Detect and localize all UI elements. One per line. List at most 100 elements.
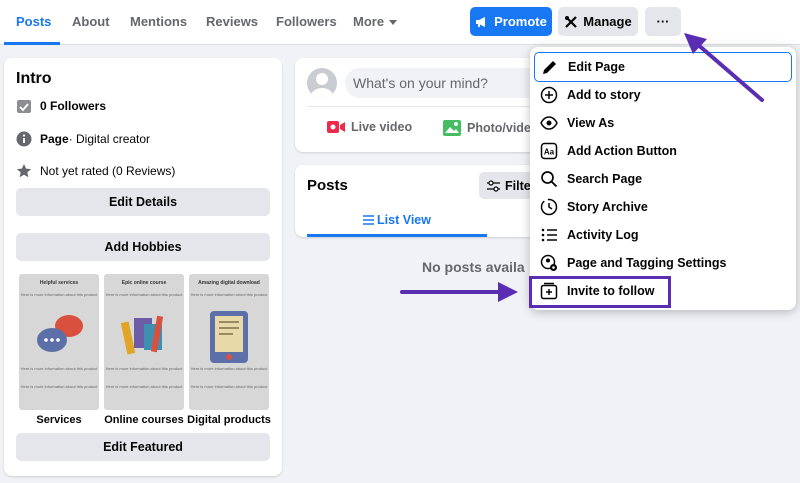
sliders-icon [487, 179, 500, 192]
menu-item-label: View As [567, 116, 615, 130]
photo-video-button[interactable]: Photo/video [443, 120, 539, 136]
no-posts-message: No posts availa [422, 259, 525, 275]
rating-row: Not yet rated (0 Reviews) [16, 163, 175, 179]
posts-title: Posts [307, 177, 348, 194]
featured-line: Here is more information about this prod… [20, 292, 98, 297]
list-view-label: List View [377, 213, 431, 227]
featured-line-3: Here is more information about this prod… [190, 384, 268, 389]
page-type-category: · Digital creator [68, 132, 151, 146]
add-hobbies-button[interactable]: Add Hobbies [16, 233, 270, 261]
tab-about[interactable]: About [72, 0, 110, 45]
manage-button[interactable]: Manage [558, 7, 638, 36]
menu-item-label: Edit Page [568, 60, 625, 74]
profile-silhouette-icon [311, 73, 333, 98]
action-button-icon: Aa [540, 142, 558, 160]
star-icon [16, 164, 32, 178]
manage-label: Manage [583, 14, 632, 29]
tab-reviews[interactable]: Reviews [206, 0, 258, 45]
posts-card: Posts Filte List View [295, 165, 555, 237]
featured-label-services: Services [36, 414, 82, 426]
search-icon [541, 171, 558, 188]
ellipsis-icon: ··· [656, 14, 670, 29]
featured-card-digital-products[interactable]: Amazing digital download Here is more in… [189, 274, 269, 410]
live-video-icon [327, 121, 345, 133]
avatar[interactable] [307, 68, 337, 98]
featured-line-3: Here is more information about this prod… [20, 384, 98, 389]
menu-item-add-action-button[interactable]: Aa Add Action Button [534, 137, 792, 165]
menu-item-edit-page[interactable]: Edit Page [534, 52, 792, 82]
tab-mentions[interactable]: Mentions [130, 0, 187, 45]
menu-item-activity-log[interactable]: Activity Log [534, 221, 792, 249]
menu-item-label: Story Archive [567, 200, 648, 214]
menu-item-label: Activity Log [567, 228, 639, 242]
eye-icon [540, 116, 558, 130]
featured-line: Here is more information about this prod… [105, 292, 183, 297]
photo-icon [443, 120, 461, 136]
list-view-indicator [307, 234, 487, 237]
tab-more[interactable]: More [353, 0, 398, 45]
list-icon [541, 228, 557, 242]
menu-item-label: Search Page [567, 172, 643, 186]
featured-label-digital-products: Digital products [187, 414, 271, 426]
featured-label-online-courses: Online courses [104, 414, 184, 426]
filters-label: Filte [505, 178, 531, 193]
menu-item-page-and-tagging-settings[interactable]: Page and Tagging Settings [534, 249, 792, 277]
photo-video-label: Photo/video [467, 121, 539, 135]
clock-icon [540, 198, 558, 216]
active-tab-indicator [4, 42, 60, 45]
promote-label: Promote [494, 14, 547, 29]
arrow-to-invite-item [400, 282, 518, 302]
rating-text: Not yet rated (0 Reviews) [40, 164, 176, 178]
composer-divider [307, 106, 543, 107]
live-video-label: Live video [351, 120, 413, 134]
featured-line-2: Here is more information about this prod… [20, 366, 98, 371]
invite-highlight-box [529, 276, 671, 308]
followers-count: 0 Followers [40, 99, 107, 113]
page-type-row: Page · Digital creator [16, 131, 150, 147]
menu-item-view-as[interactable]: View As [534, 109, 792, 137]
more-options-menu: Edit Page Add to story View As Aa Add Ac… [530, 47, 796, 310]
chevron-down-icon [389, 20, 398, 26]
menu-item-label: Add to story [567, 88, 641, 102]
featured-card-online-courses[interactable]: Epic online course Here is more informat… [104, 274, 184, 410]
menu-item-story-archive[interactable]: Story Archive [534, 193, 792, 221]
featured-line-3: Here is more information about this prod… [105, 384, 183, 389]
intro-card: Intro 0 Followers Page · Digital creator… [4, 58, 282, 476]
featured-line: Here is more information about this prod… [190, 292, 268, 297]
menu-item-label: Add Action Button [567, 144, 677, 158]
pencil-icon [543, 61, 556, 74]
menu-item-label: Page and Tagging Settings [567, 256, 727, 270]
info-icon [16, 131, 32, 147]
tablet-icon [210, 311, 248, 363]
plus-circle-icon [540, 86, 558, 104]
featured-heading: Amazing digital download [198, 280, 260, 286]
list-view-icon [363, 215, 375, 225]
page-type-bold: Page [40, 132, 69, 146]
edit-details-button[interactable]: Edit Details [16, 188, 270, 216]
featured-card-services[interactable]: Helpful services Here is more informatio… [19, 274, 99, 410]
featured-heading: Helpful services [39, 280, 79, 286]
tab-followers[interactable]: Followers [276, 0, 337, 45]
books-icon [120, 315, 164, 355]
tab-list-view[interactable]: List View [307, 213, 487, 227]
settings-icon [540, 254, 557, 271]
post-composer: What's on your mind? Live video Photo/vi… [295, 58, 565, 152]
featured-line-2: Here is more information about this prod… [105, 366, 183, 371]
page-tab-bar: Posts About Mentions Reviews Followers M… [0, 0, 800, 45]
menu-item-search-page[interactable]: Search Page [534, 165, 792, 193]
featured-heading: Epic online course [121, 280, 167, 286]
more-options-button[interactable]: ··· [645, 7, 681, 36]
followers-row: 0 Followers [16, 98, 106, 114]
tab-posts[interactable]: Posts [16, 0, 51, 45]
followers-icon [17, 100, 31, 113]
megaphone-icon [476, 16, 486, 27]
promote-button[interactable]: Promote [470, 7, 552, 36]
tab-more-label: More [353, 14, 385, 29]
edit-featured-button[interactable]: Edit Featured [16, 433, 270, 461]
menu-item-add-to-story[interactable]: Add to story [534, 81, 792, 109]
tools-icon [565, 15, 578, 28]
svg-text:Aa: Aa [544, 148, 555, 157]
intro-title: Intro [16, 70, 52, 87]
live-video-button[interactable]: Live video [327, 120, 412, 134]
chat-bubbles-icon [37, 315, 83, 352]
